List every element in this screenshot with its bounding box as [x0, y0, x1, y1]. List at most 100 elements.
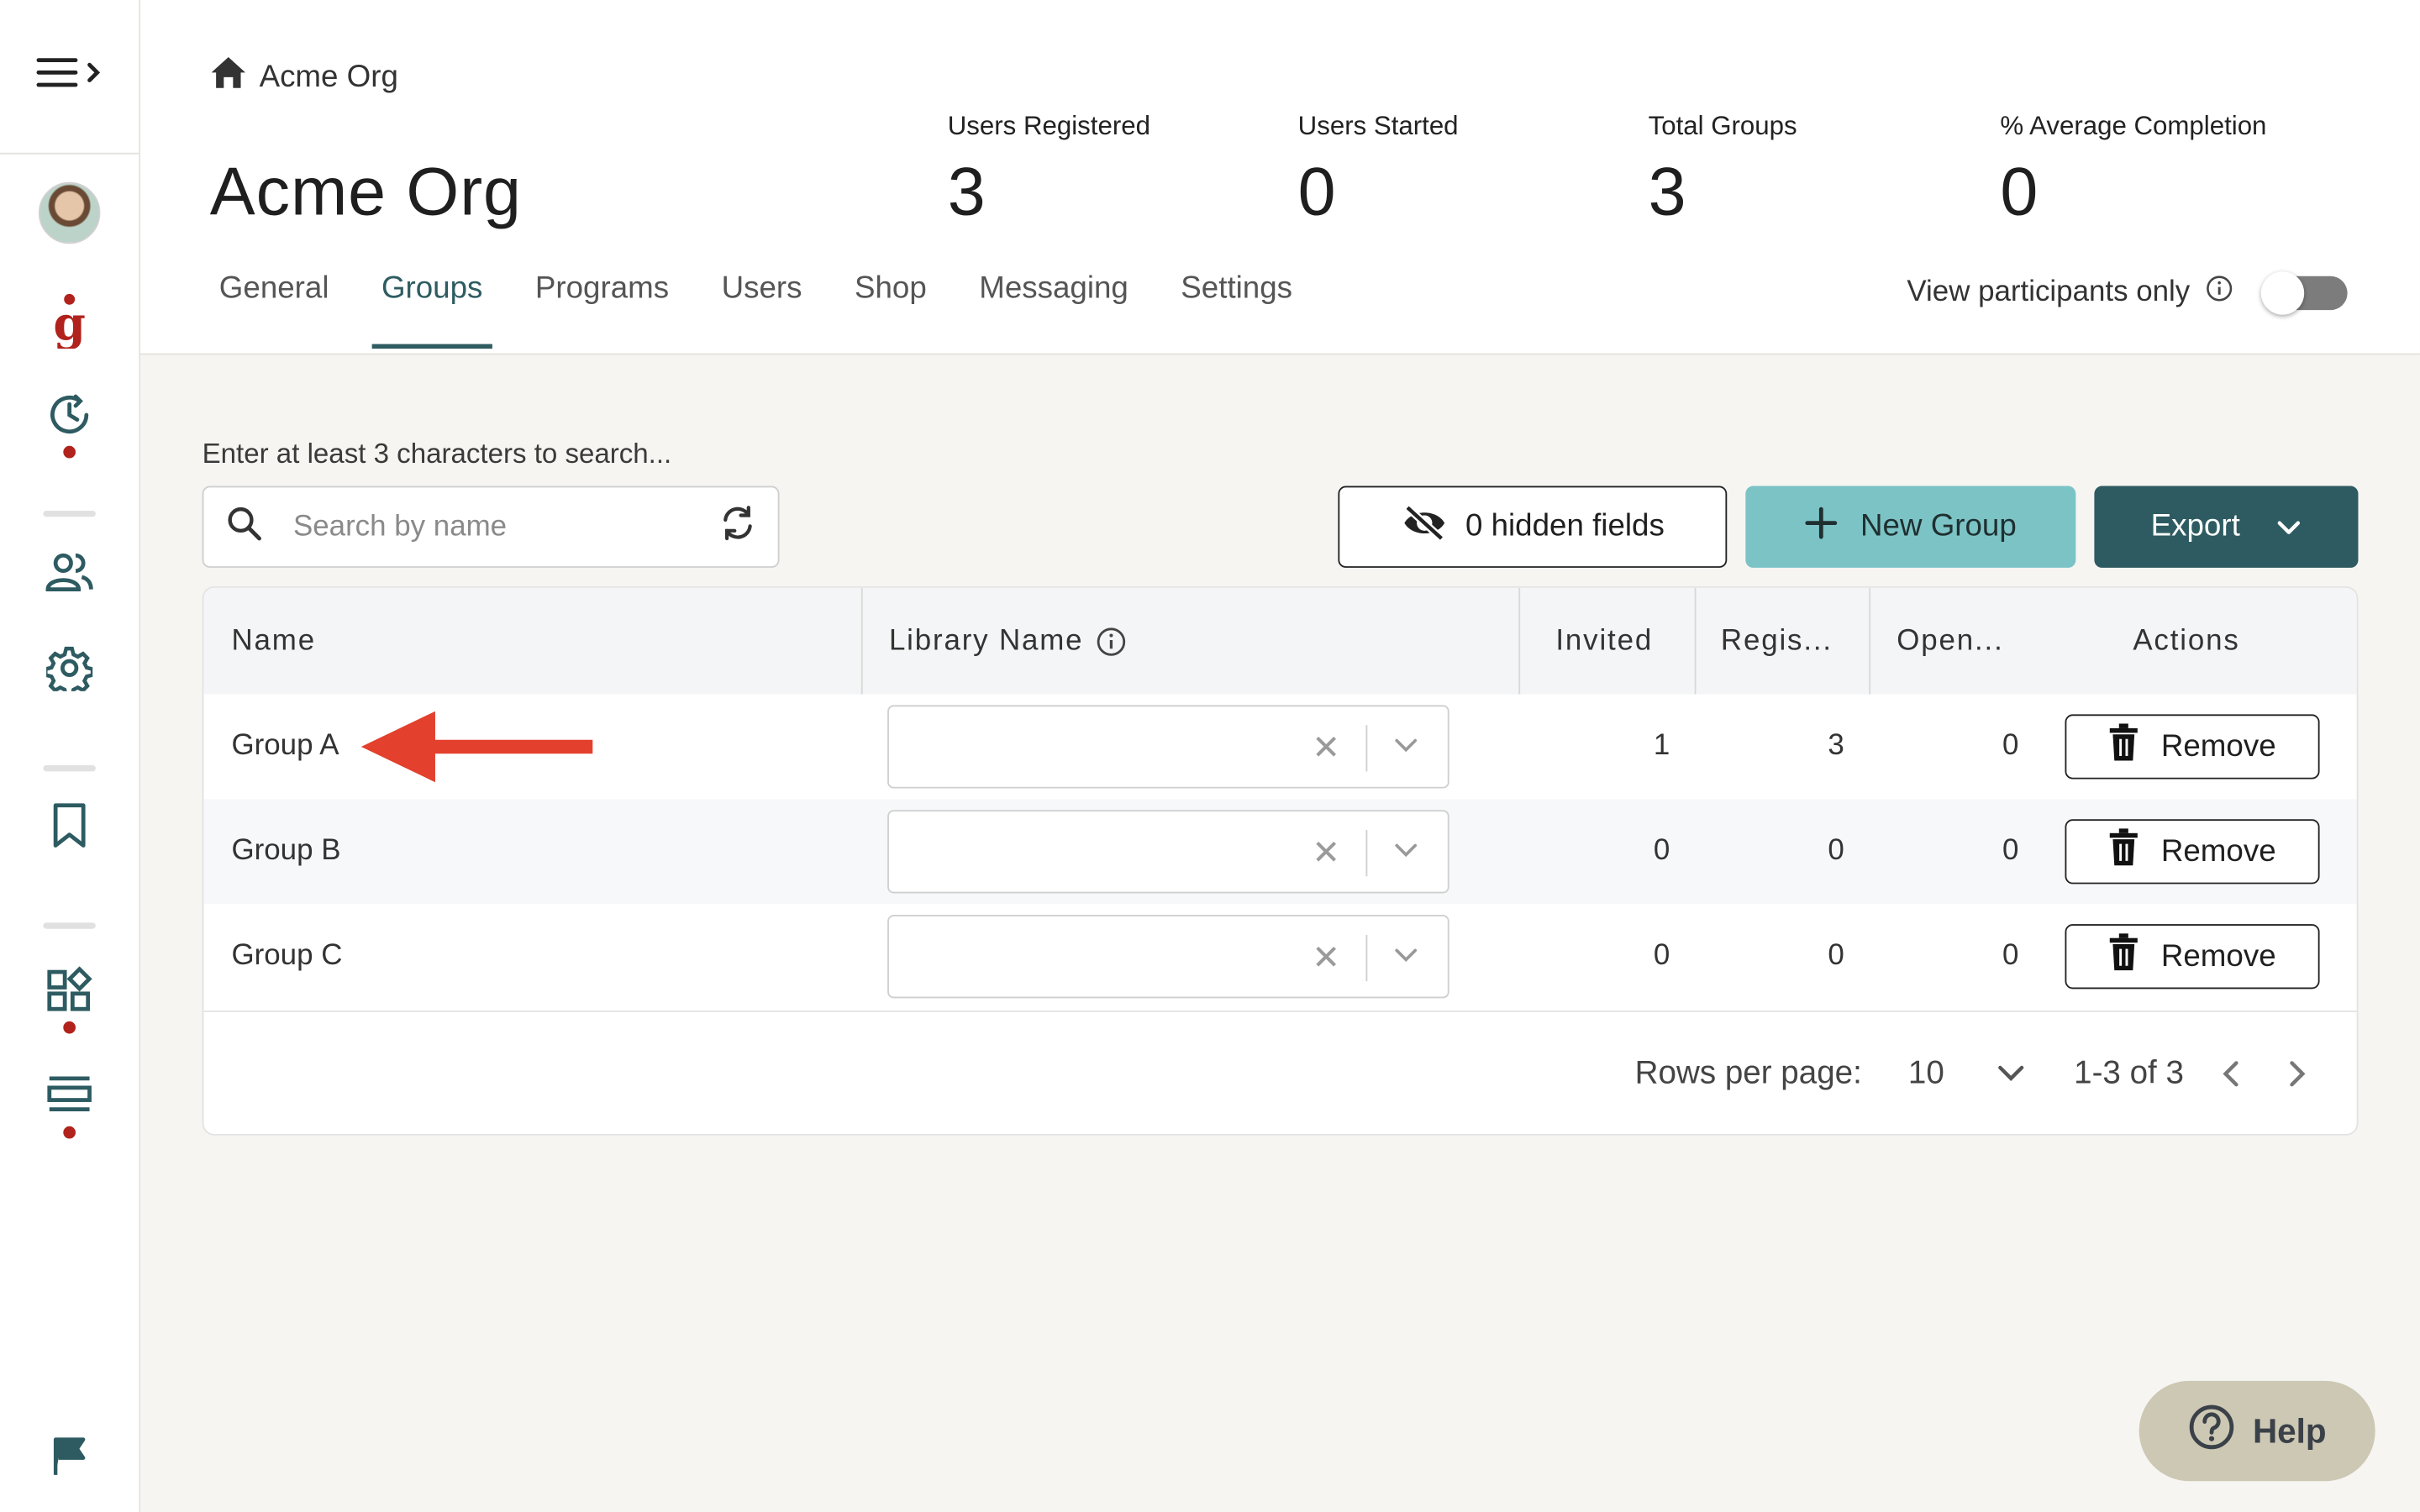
table-row: Group B ✕ 0 0 0 Remove — [203, 799, 2357, 905]
avatar — [38, 181, 101, 244]
column-header-open[interactable]: Open... — [1897, 588, 2003, 695]
page-title: Acme Org — [209, 154, 522, 230]
stat-value: 0 — [1297, 154, 1336, 230]
org-header: Acme Org Acme Org Users Registered 3 Use… — [140, 0, 2420, 355]
annotation-arrow — [360, 710, 596, 795]
stat-users-registered: Users Registered 3 — [948, 111, 1150, 231]
remove-button[interactable]: Remove — [2065, 819, 2320, 885]
library-name-select[interactable]: ✕ — [887, 915, 1449, 999]
column-divider — [1869, 587, 1871, 695]
stat-label: Users Started — [1297, 111, 1459, 141]
invited-count: 1 — [1653, 729, 1670, 763]
remove-label: Remove — [2160, 728, 2276, 764]
new-group-label: New Group — [1860, 509, 2017, 543]
plus-icon — [1805, 506, 1839, 549]
sidebar-divider — [43, 510, 96, 517]
new-group-button[interactable]: New Group — [1745, 486, 2076, 568]
chevron-down-icon — [2277, 509, 2302, 544]
column-divider — [1694, 587, 1697, 695]
chevron-down-icon[interactable] — [1394, 837, 1418, 865]
column-header-library-name[interactable]: Library Name — [889, 588, 1127, 695]
remove-button[interactable]: Remove — [2065, 714, 2320, 780]
stat-value: 3 — [1648, 154, 1686, 230]
flag-icon[interactable] — [0, 1436, 139, 1477]
chevron-down-icon[interactable] — [1394, 942, 1418, 970]
user-avatar[interactable] — [0, 181, 139, 244]
select-separator — [1365, 830, 1368, 877]
search-placeholder: Search by name — [292, 510, 508, 543]
clear-icon[interactable]: ✕ — [1312, 938, 1340, 979]
stat-label: % Average Completion — [2000, 111, 2267, 141]
widgets-icon[interactable] — [0, 966, 139, 1012]
library-name-select[interactable]: ✕ — [887, 705, 1449, 789]
tab-programs[interactable]: Programs — [535, 271, 669, 347]
tab-general[interactable]: General — [219, 271, 329, 347]
tab-groups[interactable]: Groups — [371, 271, 492, 349]
library-name-select[interactable]: ✕ — [887, 810, 1449, 894]
clear-icon[interactable]: ✕ — [1312, 833, 1340, 874]
breadcrumb-org-link[interactable]: Acme Org — [260, 60, 398, 95]
column-header-registered[interactable]: Regis... — [1721, 588, 1833, 695]
open-count: 0 — [2002, 729, 2019, 763]
invited-count: 0 — [1653, 939, 1670, 973]
history-icon[interactable] — [0, 392, 139, 438]
invited-count: 0 — [1653, 834, 1670, 868]
chevron-down-icon[interactable] — [1394, 732, 1418, 760]
info-icon[interactable] — [1096, 626, 1127, 657]
brand-logo-icon[interactable]: g — [0, 293, 139, 349]
question-icon — [2188, 1403, 2234, 1458]
group-name[interactable]: Group A — [232, 695, 339, 800]
hidden-fields-button[interactable]: 0 hidden fields — [1338, 486, 1728, 568]
group-name[interactable]: Group C — [232, 904, 343, 1009]
view-participants-control: View participants only — [1907, 271, 2348, 315]
help-button[interactable]: Help — [2139, 1380, 2375, 1482]
svg-text:g: g — [53, 296, 86, 349]
registered-count: 0 — [1828, 834, 1844, 868]
sidebar-divider — [43, 922, 96, 929]
tab-messaging[interactable]: Messaging — [979, 271, 1128, 347]
view-participants-toggle[interactable] — [2260, 271, 2348, 315]
column-header-name[interactable]: Name — [232, 588, 316, 695]
registered-count: 3 — [1828, 729, 1844, 763]
eye-off-icon — [1401, 503, 1447, 550]
list-view-icon[interactable] — [0, 1075, 139, 1116]
column-divider — [1518, 587, 1521, 695]
table-header: Name Library Name Invited Regis... Open.… — [203, 587, 2357, 695]
chevron-right-icon[interactable] — [2289, 1060, 2307, 1088]
stat-value: 3 — [947, 154, 986, 230]
stat-average-completion: % Average Completion 0 — [2000, 111, 2266, 231]
info-icon[interactable] — [2206, 275, 2233, 312]
stat-label: Total Groups — [1648, 111, 1797, 141]
bookmark-icon[interactable] — [0, 802, 139, 848]
group-name[interactable]: Group B — [232, 799, 341, 904]
reset-search-icon[interactable] — [719, 505, 756, 549]
breadcrumb: Acme Org — [210, 55, 398, 98]
export-button[interactable]: Export — [2094, 486, 2359, 568]
settings-gear-icon[interactable] — [0, 645, 139, 691]
groups-table: Name Library Name Invited Regis... Open.… — [202, 585, 2359, 1136]
people-icon[interactable] — [0, 553, 139, 593]
remove-button[interactable]: Remove — [2065, 924, 2320, 990]
home-icon[interactable] — [210, 55, 247, 98]
remove-label: Remove — [2160, 833, 2276, 869]
remove-label: Remove — [2160, 938, 2276, 974]
column-header-invited[interactable]: Invited — [1555, 588, 1653, 695]
tab-users[interactable]: Users — [722, 271, 802, 347]
rows-per-page-select[interactable]: 10 — [1908, 1055, 2024, 1092]
column-header-label: Library Name — [888, 623, 1084, 657]
stat-users-started: Users Started 0 — [1298, 111, 1459, 231]
trash-icon — [2108, 933, 2139, 979]
search-input[interactable]: Search by name — [202, 486, 780, 568]
notification-dot — [63, 1126, 76, 1139]
search-hint: Enter at least 3 characters to search... — [202, 438, 672, 470]
search-icon — [225, 505, 262, 549]
trash-icon — [2108, 828, 2139, 874]
menu-expand-icon[interactable] — [35, 54, 103, 98]
stat-label: Users Registered — [947, 111, 1150, 141]
column-header-actions: Actions — [2133, 623, 2240, 657]
chevron-down-icon — [1996, 1055, 2024, 1092]
tab-shop[interactable]: Shop — [855, 271, 927, 347]
tab-settings[interactable]: Settings — [1181, 271, 1292, 347]
chevron-left-icon[interactable] — [2221, 1060, 2239, 1088]
clear-icon[interactable]: ✕ — [1312, 728, 1340, 769]
